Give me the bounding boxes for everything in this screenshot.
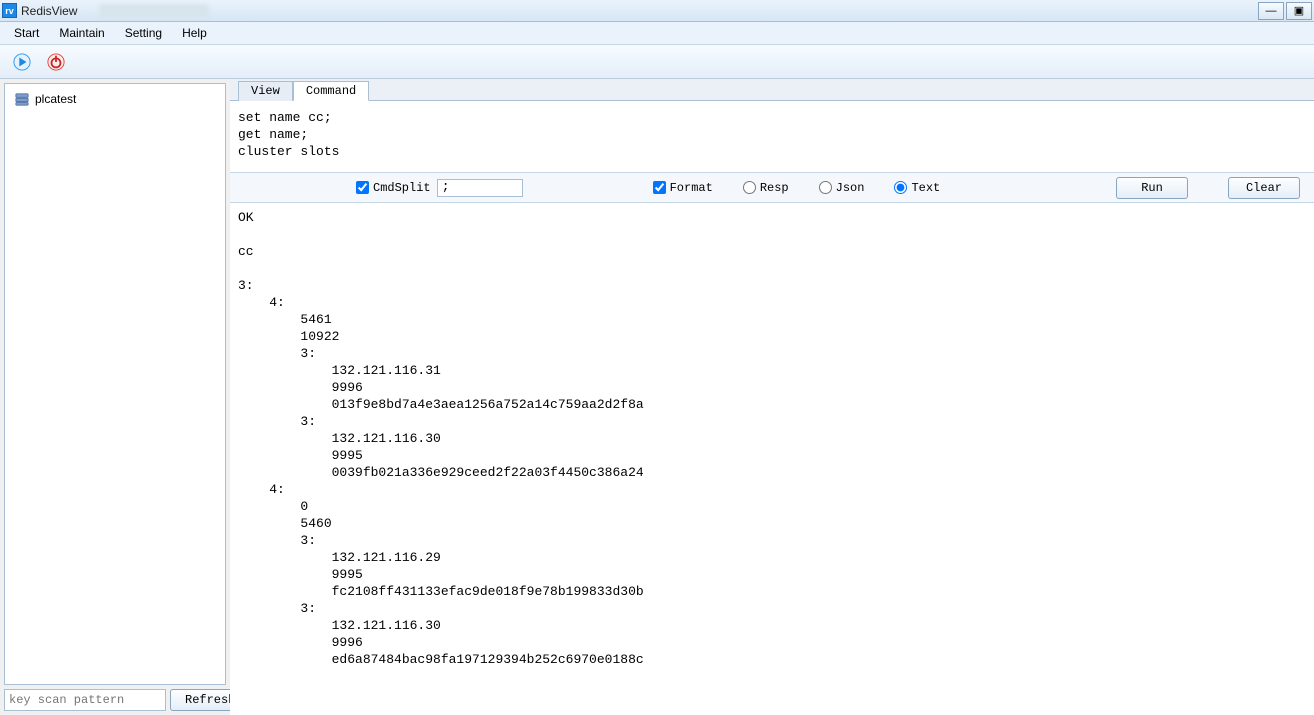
tabs-row: View Command	[230, 79, 1314, 101]
toolbar	[0, 45, 1314, 79]
run-button[interactable]: Run	[1116, 177, 1188, 199]
format-checkbox[interactable]	[653, 181, 666, 194]
power-icon	[47, 53, 65, 71]
database-icon	[15, 92, 29, 106]
format-label: Format	[670, 181, 713, 195]
tab-view[interactable]: View	[238, 81, 293, 101]
sidebar-bottom: Refresh	[4, 689, 226, 711]
radio-json-input[interactable]	[819, 181, 832, 194]
titlebar: rv RedisView — ▣	[0, 0, 1314, 22]
clear-button[interactable]: Clear	[1228, 177, 1300, 199]
radio-resp-label: Resp	[760, 181, 789, 195]
cmdsplit-checkbox[interactable]	[356, 181, 369, 194]
cmdsplit-separator-input[interactable]	[437, 179, 523, 197]
tab-command[interactable]: Command	[293, 81, 369, 101]
connection-tree[interactable]: plcatest	[4, 83, 226, 685]
app-title: RedisView	[21, 4, 77, 18]
content-area: View Command set name cc; get name; clus…	[230, 79, 1314, 715]
command-input[interactable]: set name cc; get name; cluster slots	[230, 101, 1314, 173]
menu-setting[interactable]: Setting	[115, 23, 172, 43]
radio-text-label: Text	[911, 181, 940, 195]
power-button[interactable]	[44, 50, 68, 74]
cmdsplit-option[interactable]: CmdSplit	[356, 181, 431, 195]
play-button[interactable]	[10, 50, 34, 74]
radio-resp-input[interactable]	[743, 181, 756, 194]
menu-start[interactable]: Start	[4, 23, 49, 43]
cmdsplit-label: CmdSplit	[373, 181, 431, 195]
options-row: CmdSplit Format Resp Json	[230, 173, 1314, 203]
menubar: Start Maintain Setting Help	[0, 22, 1314, 45]
play-icon	[13, 53, 31, 71]
format-option[interactable]: Format	[653, 181, 713, 195]
radio-json-label: Json	[836, 181, 865, 195]
radio-json[interactable]: Json	[819, 181, 865, 195]
key-pattern-input[interactable]	[4, 689, 166, 711]
output-area[interactable]: OK cc 3: 4: 5461 10922 3: 132.121.116.31…	[230, 203, 1314, 715]
tree-item-plcatest[interactable]: plcatest	[9, 90, 221, 108]
maximize-button[interactable]: ▣	[1286, 2, 1312, 20]
tree-item-label: plcatest	[35, 92, 76, 106]
sidebar: plcatest Refresh	[0, 79, 230, 715]
radio-text-input[interactable]	[894, 181, 907, 194]
radio-resp[interactable]: Resp	[743, 181, 789, 195]
menu-help[interactable]: Help	[172, 23, 217, 43]
app-icon: rv	[2, 3, 17, 18]
menu-maintain[interactable]: Maintain	[49, 23, 114, 43]
titlebar-blur-area	[99, 4, 209, 18]
main-area: plcatest Refresh View Command set name c…	[0, 79, 1314, 715]
radio-text[interactable]: Text	[894, 181, 940, 195]
minimize-button[interactable]: —	[1258, 2, 1284, 20]
